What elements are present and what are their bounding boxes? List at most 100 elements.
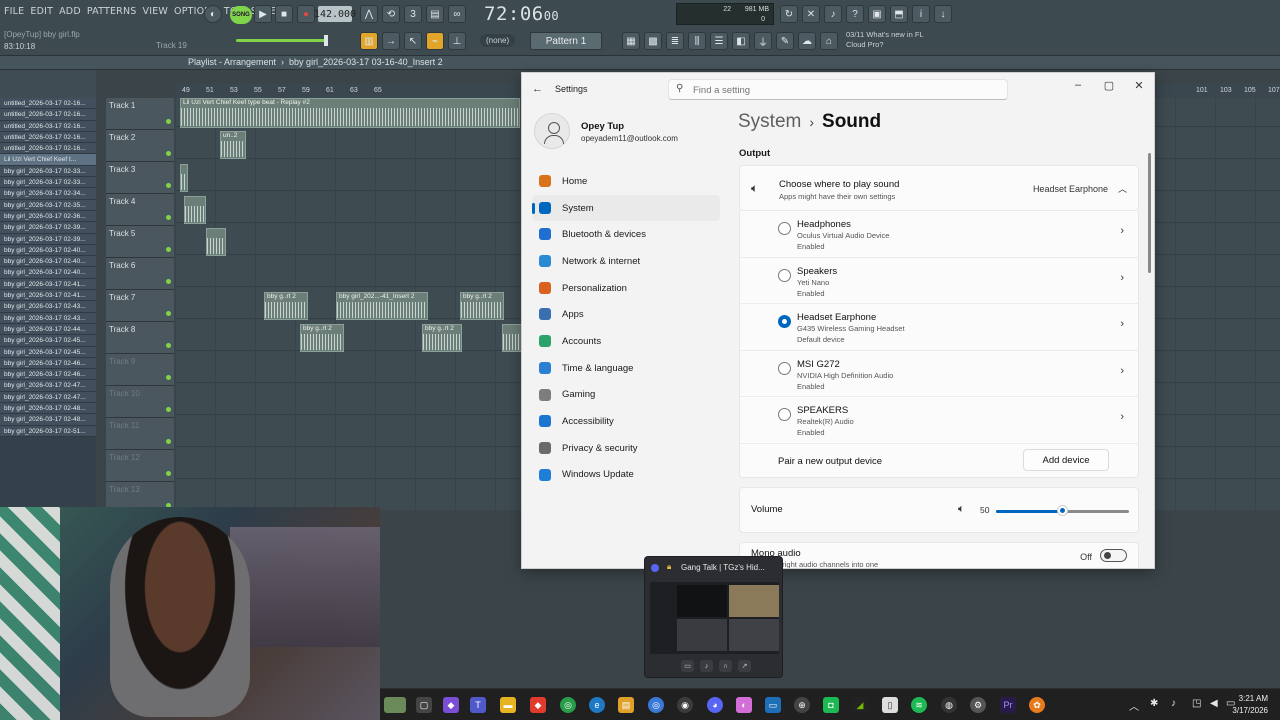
menu-item-view[interactable]: VIEW — [143, 6, 169, 17]
task-view-icon[interactable]: ▢ — [416, 697, 432, 713]
search-input[interactable] — [693, 83, 993, 97]
mixer-icon[interactable]: ✕ — [802, 5, 820, 23]
step-edit-icon[interactable]: ▤ — [426, 5, 444, 23]
audio-clip-track7c[interactable]: bby g..rt 2 — [460, 292, 504, 320]
volume-slider[interactable] — [996, 506, 1129, 515]
nav-item-home[interactable]: Home — [532, 168, 720, 195]
obs-icon[interactable]: ◍ — [941, 697, 957, 713]
clip-list-item[interactable]: bby girl_2026-03-17 02-47... — [0, 380, 96, 392]
clip-list-item[interactable]: untitled_2026-03-17 02-16... — [0, 131, 96, 144]
clip-list-item[interactable]: bby girl_2026-03-17 02-46... — [0, 357, 96, 370]
loop-record-icon[interactable]: ∞ — [448, 5, 466, 23]
track-mute-led[interactable] — [166, 215, 171, 220]
track-header[interactable]: Track 12 — [106, 450, 174, 482]
teams-icon[interactable]: T — [470, 697, 486, 713]
pointer-icon[interactable]: ↖ — [404, 32, 422, 50]
mic-icon[interactable]: ♪ — [700, 660, 713, 672]
clip-list-item[interactable]: bby girl_2026-03-17 02-40... — [0, 244, 96, 257]
channel-rack-icon[interactable]: ▦ — [622, 32, 640, 50]
output-device-row[interactable]: MSI G272 NVIDIA High Definition Audio Enab… — [740, 351, 1138, 398]
discord-taskbar-icon[interactable]: ◕ — [707, 697, 723, 713]
user-profile[interactable]: Opey Tup opeyadem11@outlook.com — [534, 113, 724, 153]
export-icon[interactable]: ⬒ — [890, 5, 908, 23]
tray-network-icon[interactable]: ◳ — [1192, 698, 1201, 709]
nav-item-apps[interactable]: Apps — [532, 301, 720, 328]
device-radio[interactable] — [778, 408, 791, 422]
clip-list-item[interactable]: bby girl_2026-03-17 02-48... — [0, 414, 96, 426]
settings-scrollbar[interactable] — [1148, 153, 1151, 273]
record-icon[interactable]: ● — [297, 5, 315, 23]
track-mute-led[interactable] — [166, 151, 171, 156]
menu-item-add[interactable]: ADD — [59, 6, 81, 17]
device-radio[interactable] — [778, 315, 791, 329]
audio-clip-track3[interactable] — [180, 164, 188, 192]
nav-item-windows-update[interactable]: Windows Update — [532, 462, 720, 489]
desktop-app-icon[interactable]: ▭ — [765, 697, 781, 713]
notepad-icon[interactable]: ▯ — [882, 697, 898, 713]
close-icon[interactable]: ✕ — [1124, 79, 1154, 95]
link-icon[interactable]: ⌁ — [426, 32, 444, 50]
track-header[interactable]: Track 2 — [106, 130, 174, 162]
audio-clip-track1[interactable]: Lil Uzi Vert Chief Keef type beat - Repl… — [180, 98, 520, 128]
track-header[interactable]: Track 1 — [106, 98, 174, 130]
clip-list-item[interactable]: untitled_2026-03-17 02-16... — [0, 98, 96, 110]
output-device-row[interactable]: SPEAKERS Realtek(R) Audio Enabled › — [740, 397, 1138, 444]
chevron-right-icon[interactable]: › — [1120, 318, 1124, 330]
tray-mic-icon[interactable]: ♪ — [1171, 698, 1176, 709]
nav-item-privacy-security[interactable]: Privacy & security — [532, 435, 720, 462]
track-header[interactable]: Track 10 — [106, 386, 174, 418]
snap-icon[interactable]: ▥ — [360, 32, 378, 50]
clip-list-item[interactable]: bby girl_2026-03-17 02-41... — [0, 278, 96, 291]
chrome-icon[interactable]: ◎ — [560, 697, 576, 713]
clip-list-item[interactable]: bby girl_2026-03-17 02-41... — [0, 290, 96, 302]
photos-icon[interactable]: ◐ — [736, 697, 752, 713]
output-device-row[interactable]: Speakers Yeti Nano Enabled › — [740, 258, 1138, 305]
clip-list-item[interactable]: bby girl_2026-03-17 02-33... — [0, 177, 96, 189]
audio-clip-track7b[interactable]: bby girl_202...-41_Insert 2 — [336, 292, 428, 320]
info-icon[interactable]: i — [912, 5, 930, 23]
track-header[interactable]: Track 9 — [106, 354, 174, 386]
audio-clip-track7a[interactable]: bby g..rt 2 — [264, 292, 308, 320]
mixer-panel-icon[interactable]: ⫼ — [688, 32, 706, 50]
audio-clip-track8a[interactable]: bby g..rt 2 — [300, 324, 344, 352]
chevron-right-icon[interactable]: › — [1120, 225, 1124, 237]
audio-clip-track8b[interactable]: bby g..rt 2 — [422, 324, 462, 352]
clip-list-item[interactable]: bby girl_2026-03-17 02-46... — [0, 369, 96, 381]
headphones-icon[interactable]: ∩ — [719, 660, 732, 672]
menu-item-edit[interactable]: EDIT — [30, 6, 53, 17]
tempo-display[interactable]: 142.000 — [314, 6, 356, 22]
chevron-right-icon[interactable]: › — [1120, 411, 1124, 423]
save-icon[interactable]: ▣ — [868, 5, 886, 23]
store-icon[interactable]: ⌂ — [820, 32, 838, 50]
master-volume-slider[interactable] — [236, 35, 328, 46]
clip-list-item[interactable]: untitled_2026-03-17 02-16... — [0, 109, 96, 121]
volume-speaker-icon[interactable]: 🔈︎ — [958, 503, 965, 516]
arrow-icon[interactable]: → — [382, 32, 400, 50]
green-app-icon[interactable]: ◘ — [823, 697, 839, 713]
audio-clip-track2[interactable]: un..2 — [220, 131, 246, 159]
audio-clip-track5[interactable] — [206, 228, 226, 256]
track-mute-led[interactable] — [166, 247, 171, 252]
settings-gear-icon[interactable]: ⚙ — [970, 697, 986, 713]
track-mute-led[interactable] — [166, 183, 171, 188]
nav-item-network-internet[interactable]: Network & internet — [532, 248, 720, 275]
clip-list-item[interactable]: bby girl_2026-03-17 02-45... — [0, 335, 96, 347]
output-device-row[interactable]: Headset Earphone G435 Wireless Gaming Hea… — [740, 304, 1138, 351]
nav-item-accessibility[interactable]: Accessibility — [532, 408, 720, 435]
clip-list-item[interactable]: bby girl_2026-03-17 02-40... — [0, 256, 96, 268]
wait-record-icon[interactable]: ⟲ — [382, 5, 400, 23]
edge-icon[interactable]: e — [589, 697, 605, 713]
chevron-right-icon[interactable]: › — [1120, 365, 1124, 377]
menu-item-file[interactable]: FILE — [4, 6, 24, 17]
nav-item-system[interactable]: System — [532, 194, 720, 222]
device-radio[interactable] — [778, 361, 791, 375]
pattern-source-select[interactable]: (none) — [480, 34, 516, 47]
track-mute-led[interactable] — [166, 407, 171, 412]
refresh-icon[interactable]: ↻ — [780, 5, 798, 23]
premiere-icon[interactable]: Pr — [1000, 697, 1016, 713]
track-mute-led[interactable] — [166, 471, 171, 476]
countdown-icon[interactable]: 3 — [404, 5, 422, 23]
tray-chevron-up-icon[interactable]: ︿ — [1129, 698, 1139, 713]
steam-icon[interactable]: ⊕ — [794, 697, 810, 713]
clip-list-item[interactable]: bby girl_2026-03-17 02-39... — [0, 222, 96, 234]
